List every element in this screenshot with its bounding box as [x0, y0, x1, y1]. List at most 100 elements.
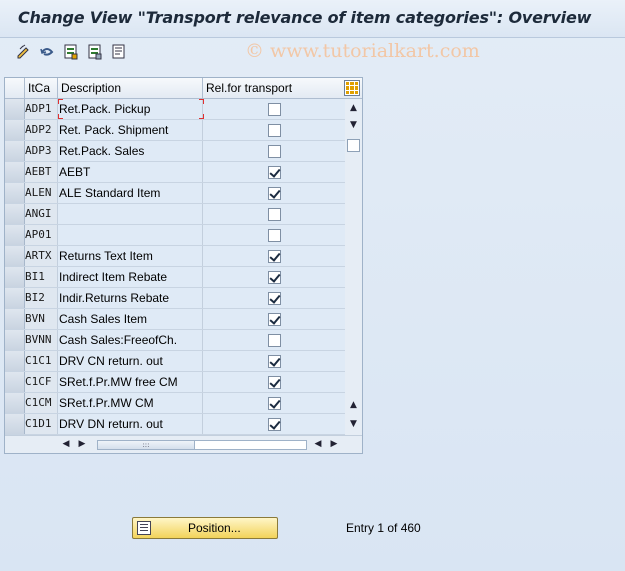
transport-cell — [203, 225, 345, 245]
horizontal-track[interactable]: ::: — [97, 440, 307, 450]
select-all-cell[interactable] — [5, 78, 25, 99]
table-row: C1CF SRet.f.Pr.MW free CM — [5, 372, 345, 393]
transport-relevance-checkbox[interactable] — [267, 207, 281, 221]
item-category-description[interactable]: Cash Sales Item — [58, 309, 203, 329]
row-selector[interactable] — [5, 372, 25, 392]
entry-counter: Entry 1 of 460 — [346, 521, 421, 535]
scroll-down-icon[interactable]: ▼ — [348, 419, 359, 430]
row-selector[interactable] — [5, 183, 25, 203]
column-header-description[interactable]: Description — [58, 78, 203, 99]
undo-icon[interactable] — [38, 43, 56, 61]
transport-relevance-checkbox[interactable] — [267, 123, 281, 137]
table-row: ALEN ALE Standard Item — [5, 183, 345, 204]
item-category-description[interactable] — [58, 204, 203, 224]
item-category-description[interactable]: SRet.f.Pr.MW CM — [58, 393, 203, 413]
transport-relevance-checkbox[interactable] — [267, 375, 281, 389]
row-selector[interactable] — [5, 204, 25, 224]
table-settings-icon[interactable] — [344, 80, 360, 96]
row-selector[interactable] — [5, 120, 25, 140]
transport-relevance-checkbox[interactable] — [267, 270, 281, 284]
row-selector[interactable] — [5, 162, 25, 182]
transport-relevance-checkbox[interactable] — [267, 186, 281, 200]
position-list-icon — [137, 521, 151, 535]
row-selector[interactable] — [5, 393, 25, 413]
column-header-transport[interactable]: Rel.for transport — [203, 78, 345, 99]
transport-relevance-checkbox[interactable] — [267, 354, 281, 368]
scroll-left-icon[interactable]: ◀ — [61, 439, 71, 449]
item-category-description[interactable]: Ret.Pack. Pickup — [58, 99, 203, 119]
transport-cell — [203, 288, 345, 308]
scroll-left-end-icon[interactable]: ◀ — [313, 439, 323, 449]
transport-relevance-checkbox[interactable] — [267, 102, 281, 116]
table-deselect-icon[interactable] — [86, 43, 104, 61]
row-selector[interactable] — [5, 351, 25, 371]
page-up-icon[interactable]: ▲ — [348, 400, 359, 411]
sap-screen: Change View "Transport relevance of item… — [0, 0, 625, 571]
table-select-icon[interactable] — [62, 43, 80, 61]
position-button[interactable]: Position... — [132, 517, 278, 539]
item-category-description[interactable]: DRV DN return. out — [58, 414, 203, 434]
transport-relevance-checkbox[interactable] — [267, 165, 281, 179]
transport-relevance-checkbox[interactable] — [267, 417, 281, 431]
row-selector[interactable] — [5, 99, 25, 119]
scroll-right-icon[interactable]: ▶ — [77, 439, 87, 449]
item-category-description[interactable]: AEBT — [58, 162, 203, 182]
transport-relevance-checkbox[interactable] — [267, 228, 281, 242]
row-selector[interactable] — [5, 309, 25, 329]
item-category-description[interactable]: Ret. Pack. Shipment — [58, 120, 203, 140]
item-category-code: BI1 — [25, 267, 58, 287]
table-row: C1C1 DRV CN return. out — [5, 351, 345, 372]
table-row: ADP1 Ret.Pack. Pickup — [5, 99, 345, 120]
row-selector[interactable] — [5, 267, 25, 287]
scroll-up-icon[interactable]: ▲ — [348, 103, 359, 114]
row-selector[interactable] — [5, 141, 25, 161]
transport-relevance-checkbox[interactable] — [267, 291, 281, 305]
row-selector[interactable] — [5, 246, 25, 266]
item-category-description[interactable]: Returns Text Item — [58, 246, 203, 266]
item-category-code: C1CM — [25, 393, 58, 413]
column-header-code[interactable]: ItCa — [25, 78, 58, 99]
watermark: © www.tutorialkart.com — [245, 40, 480, 62]
edit-pencil-icon[interactable] — [15, 43, 33, 61]
vertical-scrollbar[interactable]: ▲ ▼ ▲ ▼ — [345, 99, 362, 435]
transport-relevance-checkbox[interactable] — [267, 144, 281, 158]
item-category-code: AP01 — [25, 225, 58, 245]
transport-relevance-checkbox[interactable] — [267, 249, 281, 263]
transport-cell — [203, 267, 345, 287]
transport-cell — [203, 141, 345, 161]
table-row: BI2 Indir.Returns Rebate — [5, 288, 345, 309]
item-category-description[interactable]: Indir.Returns Rebate — [58, 288, 203, 308]
transport-cell — [203, 162, 345, 182]
scroll-thumb[interactable] — [347, 139, 360, 152]
transport-relevance-checkbox[interactable] — [267, 333, 281, 347]
item-category-description[interactable]: ALE Standard Item — [58, 183, 203, 203]
table-print-icon[interactable] — [110, 43, 128, 61]
table-row: ADP2 Ret. Pack. Shipment — [5, 120, 345, 141]
row-selector[interactable] — [5, 330, 25, 350]
transport-cell — [203, 183, 345, 203]
item-category-description[interactable]: Cash Sales:FreeofCh. — [58, 330, 203, 350]
table-row: BVNN Cash Sales:FreeofCh. — [5, 330, 345, 351]
item-category-description[interactable]: Ret.Pack. Sales — [58, 141, 203, 161]
horizontal-scrollbar[interactable]: ◀ ▶ ::: ◀ ▶ — [5, 435, 362, 453]
item-category-description[interactable]: Indirect Item Rebate — [58, 267, 203, 287]
transport-relevance-checkbox[interactable] — [267, 396, 281, 410]
page-down-icon[interactable]: ▼ — [348, 120, 359, 131]
row-selector[interactable] — [5, 414, 25, 434]
table-body: ADP1 Ret.Pack. Pickup ADP2 Ret. Pack. Shipm… — [5, 99, 345, 435]
table-row: C1CM SRet.f.Pr.MW CM — [5, 393, 345, 414]
row-selector[interactable] — [5, 288, 25, 308]
transport-cell — [203, 330, 345, 350]
transport-cell — [203, 372, 345, 392]
row-selector[interactable] — [5, 225, 25, 245]
item-category-description[interactable] — [58, 225, 203, 245]
item-category-description[interactable]: DRV CN return. out — [58, 351, 203, 371]
item-category-description[interactable]: SRet.f.Pr.MW free CM — [58, 372, 203, 392]
transport-cell — [203, 204, 345, 224]
table-row: C1D1 DRV DN return. out — [5, 414, 345, 435]
table-row: AEBT AEBT — [5, 162, 345, 183]
scroll-right-end-icon[interactable]: ▶ — [329, 439, 339, 449]
transport-relevance-checkbox[interactable] — [267, 312, 281, 326]
horizontal-thumb[interactable]: ::: — [98, 441, 195, 449]
item-category-code: BVN — [25, 309, 58, 329]
